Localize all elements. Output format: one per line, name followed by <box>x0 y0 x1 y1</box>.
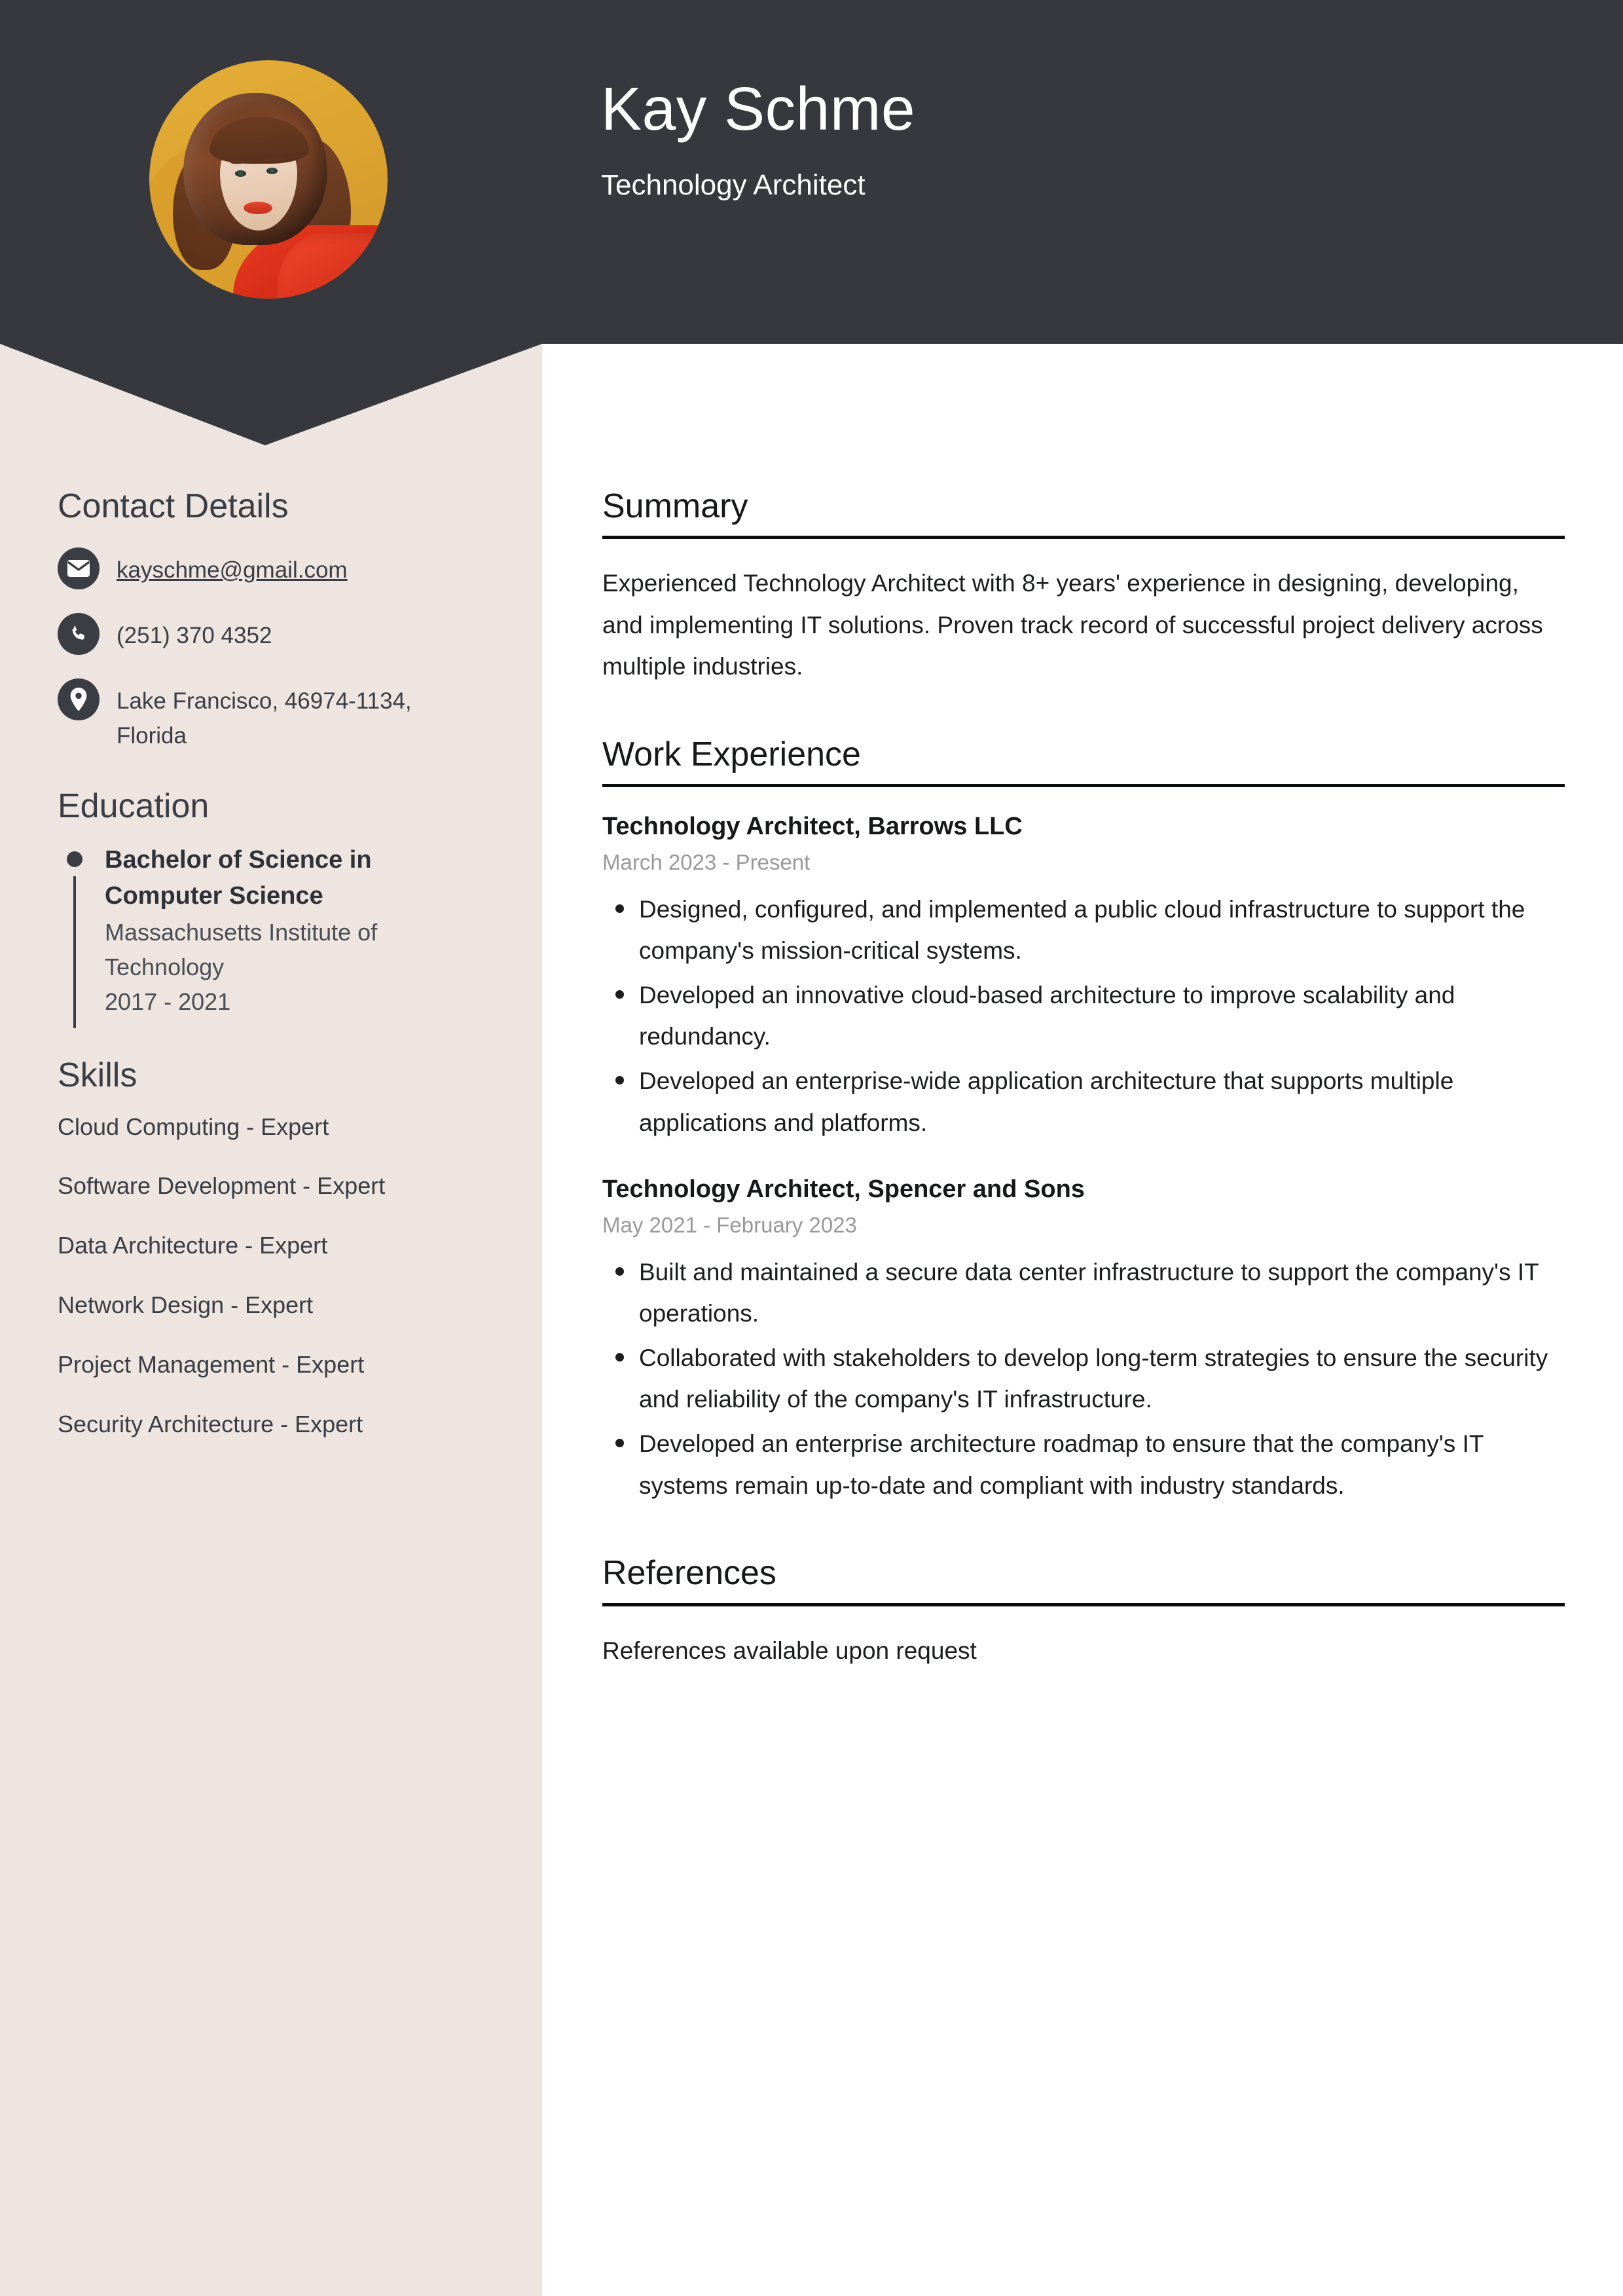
job-bullet: Developed an enterprise architecture roa… <box>602 1423 1565 1506</box>
education-school: Massachusetts Institute of Technology <box>105 918 378 980</box>
references-section: References References available upon req… <box>602 1555 1565 1671</box>
skill-item: Security Architecture - Expert <box>58 1410 363 1437</box>
job-entry: Technology Architect, Barrows LLC March … <box>602 811 1565 1143</box>
avatar <box>149 60 388 299</box>
job-bullet-list: Built and maintained a secure data cente… <box>602 1251 1565 1507</box>
skill-item: Network Design - Expert <box>58 1291 314 1319</box>
job-bullet: Designed, configured, and implemented a … <box>602 889 1565 972</box>
job-title: Technology Architect, Spencer and Sons <box>602 1176 1085 1204</box>
work-experience-rule <box>602 784 1565 788</box>
contact-item-phone[interactable]: (251) 370 4352 <box>58 613 490 656</box>
timeline-line <box>73 876 76 1028</box>
contact-item-email[interactable]: kayschme@gmail.com <box>58 547 490 590</box>
avatar-lips <box>244 202 272 214</box>
work-experience-heading: Work Experience <box>602 735 861 774</box>
job-entry: Technology Architect, Spencer and Sons M… <box>602 1174 1565 1506</box>
skill-item: Cloud Computing - Expert <box>58 1113 329 1140</box>
timeline-dot-icon <box>67 851 82 867</box>
job-bullet-list: Designed, configured, and implemented a … <box>602 889 1565 1144</box>
job-bullet: Developed an enterprise-wide application… <box>602 1060 1565 1143</box>
job-bullet: Collaborated with stakeholders to develo… <box>602 1337 1565 1420</box>
contact-address-value: Lake Francisco, 46974-1134, Florida <box>117 688 412 749</box>
education-heading: Education <box>58 787 210 825</box>
references-text: References available upon request <box>602 1637 977 1664</box>
sidebar-content: Contact Details kayschme@gmail.com (251)… <box>58 487 490 1468</box>
job-bullet: Developed an innovative cloud-based arch… <box>602 974 1565 1058</box>
contact-details-heading: Contact Details <box>58 487 289 525</box>
summary-rule <box>602 536 1565 540</box>
contact-phone-value: (251) 370 4352 <box>117 623 272 649</box>
skills-list: Cloud Computing - Expert Software Develo… <box>58 1112 490 1440</box>
job-title: Technology Architect, Barrows LLC <box>602 813 1023 841</box>
references-heading: References <box>602 1554 776 1593</box>
summary-text: Experienced Technology Architect with 8+… <box>602 570 1543 680</box>
work-experience-section: Work Experience Technology Architect, Ba… <box>602 735 1565 1506</box>
envelope-icon <box>58 547 100 590</box>
education-dates: 2017 - 2021 <box>105 988 231 1016</box>
skills-heading: Skills <box>58 1056 137 1095</box>
contact-email-value[interactable]: kayschme@gmail.com <box>117 547 348 587</box>
avatar-eye-right <box>266 168 278 174</box>
job-dates: May 2021 - February 2023 <box>602 1212 857 1237</box>
header-identity: Kay Schme Technology Architect <box>601 79 915 200</box>
job-bullet: Built and maintained a secure data cente… <box>602 1251 1565 1335</box>
job-role-subtitle: Technology Architect <box>601 169 866 201</box>
resume-page: Kay Schme Technology Architect Contact D… <box>0 0 1623 2296</box>
education-degree: Bachelor of Science in Computer Science <box>105 845 372 910</box>
avatar-eye-left <box>235 170 246 177</box>
page-title: Kay Schme <box>601 75 916 143</box>
main-content: Summary Experienced Technology Architect… <box>602 487 1565 1720</box>
skill-item: Project Management - Expert <box>58 1350 365 1378</box>
job-dates: March 2023 - Present <box>602 849 811 874</box>
contact-item-address: Lake Francisco, 46974-1134, Florida <box>58 678 490 753</box>
references-rule <box>602 1602 1565 1606</box>
skill-item: Data Architecture - Expert <box>58 1232 328 1259</box>
skill-item: Software Development - Expert <box>58 1172 386 1200</box>
summary-heading: Summary <box>602 487 748 525</box>
summary-section: Summary Experienced Technology Architect… <box>602 487 1565 688</box>
phone-icon <box>58 613 100 656</box>
education-entry: Bachelor of Science in Computer Science … <box>58 842 490 1028</box>
map-pin-icon <box>58 678 100 721</box>
